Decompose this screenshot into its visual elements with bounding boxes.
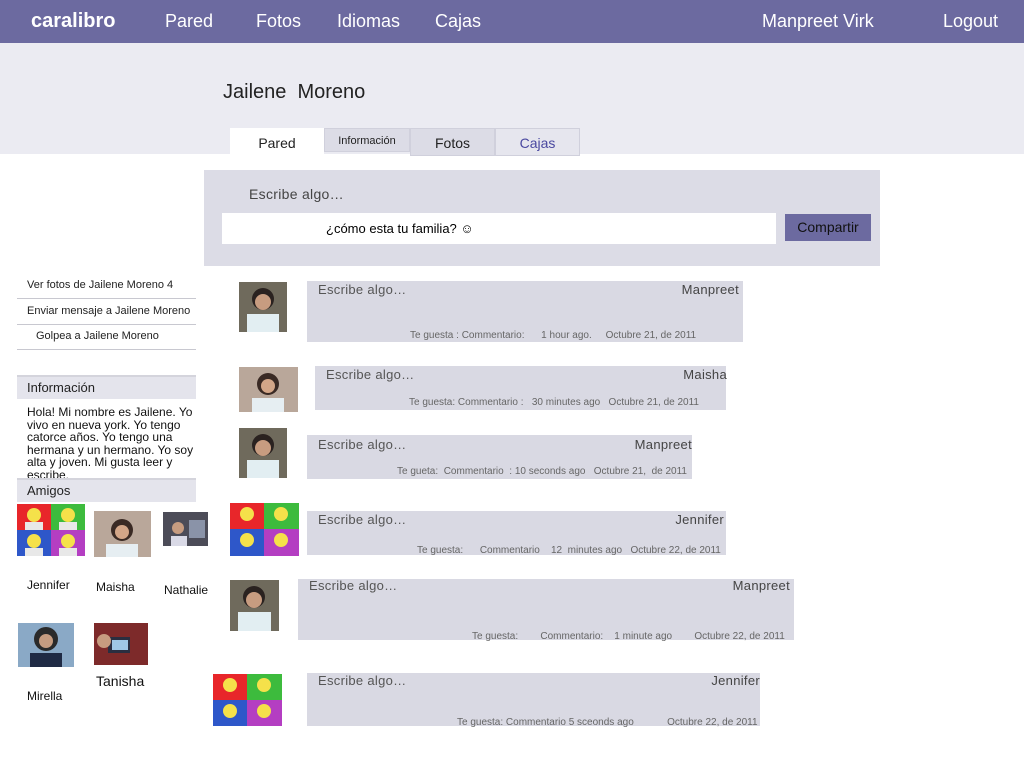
post-meta[interactable]: Te guesta: Commentario 5 sceonds ago Oct…: [457, 717, 758, 728]
friend-name-jennifer[interactable]: Jennifer: [27, 578, 70, 592]
post-meta[interactable]: Te guesta: Commentario 12 minutes ago Oc…: [417, 545, 721, 556]
divider: [17, 298, 196, 299]
nav-wall-link[interactable]: Pared: [165, 11, 213, 32]
post-avatar-jennifer[interactable]: [230, 503, 299, 556]
post-author[interactable]: Manpreet: [635, 437, 692, 452]
post-avatar-manpreet[interactable]: [239, 282, 287, 332]
popart-avatar-image: [213, 674, 282, 726]
friend-avatar-mirella[interactable]: [18, 623, 74, 667]
portrait-avatar-image: [239, 428, 287, 478]
friend-name-nathalie[interactable]: Nathalie: [164, 583, 208, 597]
post-prompt[interactable]: Escribe algo…: [326, 367, 414, 382]
divider: [17, 349, 196, 350]
nav-boxes-link[interactable]: Cajas: [435, 11, 481, 32]
post-author[interactable]: Manpreet: [682, 282, 739, 297]
portrait-avatar-image: [94, 511, 151, 557]
view-photos-link[interactable]: Ver fotos de Jailene Moreno 4: [27, 279, 173, 291]
post-meta[interactable]: Te gueta: Commentario : 10 seconds ago O…: [397, 466, 687, 477]
tab-photos[interactable]: Fotos: [410, 128, 495, 156]
portrait-avatar-image: [230, 580, 279, 631]
portrait-avatar-image: [239, 367, 298, 412]
friend-avatar-tanisha[interactable]: [94, 623, 148, 665]
post-avatar-manpreet[interactable]: [239, 428, 287, 478]
friend-avatar-maisha[interactable]: [94, 511, 151, 557]
about-text: Hola! Mi nombre es Jailene. Yo vivo en n…: [27, 405, 194, 482]
post-meta[interactable]: Te guesta: Commentario : 30 minutes ago …: [409, 397, 699, 408]
friend-avatar-jennifer[interactable]: [17, 504, 85, 556]
send-message-link[interactable]: Enviar mensaje a Jailene Moreno: [27, 305, 190, 317]
info-section-title: Información: [17, 375, 196, 399]
composer-prompt: Escribe algo…: [249, 186, 344, 202]
post-avatar-jennifer[interactable]: [213, 674, 282, 726]
post-prompt[interactable]: Escribe algo…: [309, 578, 397, 593]
brand-logo[interactable]: caralibro: [31, 10, 115, 33]
divider: [17, 324, 196, 325]
status-input[interactable]: [222, 213, 776, 244]
nav-photos-link[interactable]: Fotos: [256, 11, 301, 32]
poke-link[interactable]: Golpea a Jailene Moreno: [36, 330, 159, 342]
post-author[interactable]: Jennifer: [711, 673, 760, 688]
tab-boxes[interactable]: Cajas: [495, 128, 580, 156]
logout-link[interactable]: Logout: [943, 11, 998, 32]
portrait-avatar-image: [239, 282, 287, 332]
post-author[interactable]: Manpreet: [733, 578, 790, 593]
popart-avatar-image: [230, 503, 299, 556]
portrait-avatar-image: [163, 512, 208, 546]
friend-name-maisha[interactable]: Maisha: [96, 580, 135, 594]
post-meta[interactable]: Te guesta : Commentario: 1 hour ago. Oct…: [410, 330, 696, 341]
post-prompt[interactable]: Escribe algo…: [318, 673, 406, 688]
share-button[interactable]: Compartir: [785, 214, 871, 241]
nav-user-link[interactable]: Manpreet Virk: [762, 11, 874, 32]
post-author[interactable]: Jennifer: [675, 512, 724, 527]
post-prompt[interactable]: Escribe algo…: [318, 437, 406, 452]
post-meta[interactable]: Te guesta: Commentario: 1 minute ago Oct…: [472, 631, 785, 642]
post-prompt[interactable]: Escribe algo…: [318, 512, 406, 527]
portrait-avatar-image: [94, 623, 148, 665]
post-prompt[interactable]: Escribe algo…: [318, 282, 406, 297]
tab-info[interactable]: Información: [324, 128, 410, 152]
profile-name: Jailene Moreno: [223, 81, 366, 103]
post-author[interactable]: Maisha: [683, 367, 727, 382]
popart-avatar-image: [17, 504, 85, 556]
post-avatar-manpreet[interactable]: [230, 580, 279, 631]
friend-name-tanisha[interactable]: Tanisha: [96, 673, 144, 689]
post-avatar-maisha[interactable]: [239, 367, 298, 412]
tab-wall[interactable]: Pared: [230, 128, 324, 156]
portrait-avatar-image: [18, 623, 74, 667]
friend-avatar-nathalie[interactable]: [163, 512, 208, 546]
friends-section-title: Amigos: [17, 478, 196, 502]
friend-name-mirella[interactable]: Mirella: [27, 689, 62, 703]
nav-languages-link[interactable]: Idiomas: [337, 11, 400, 32]
